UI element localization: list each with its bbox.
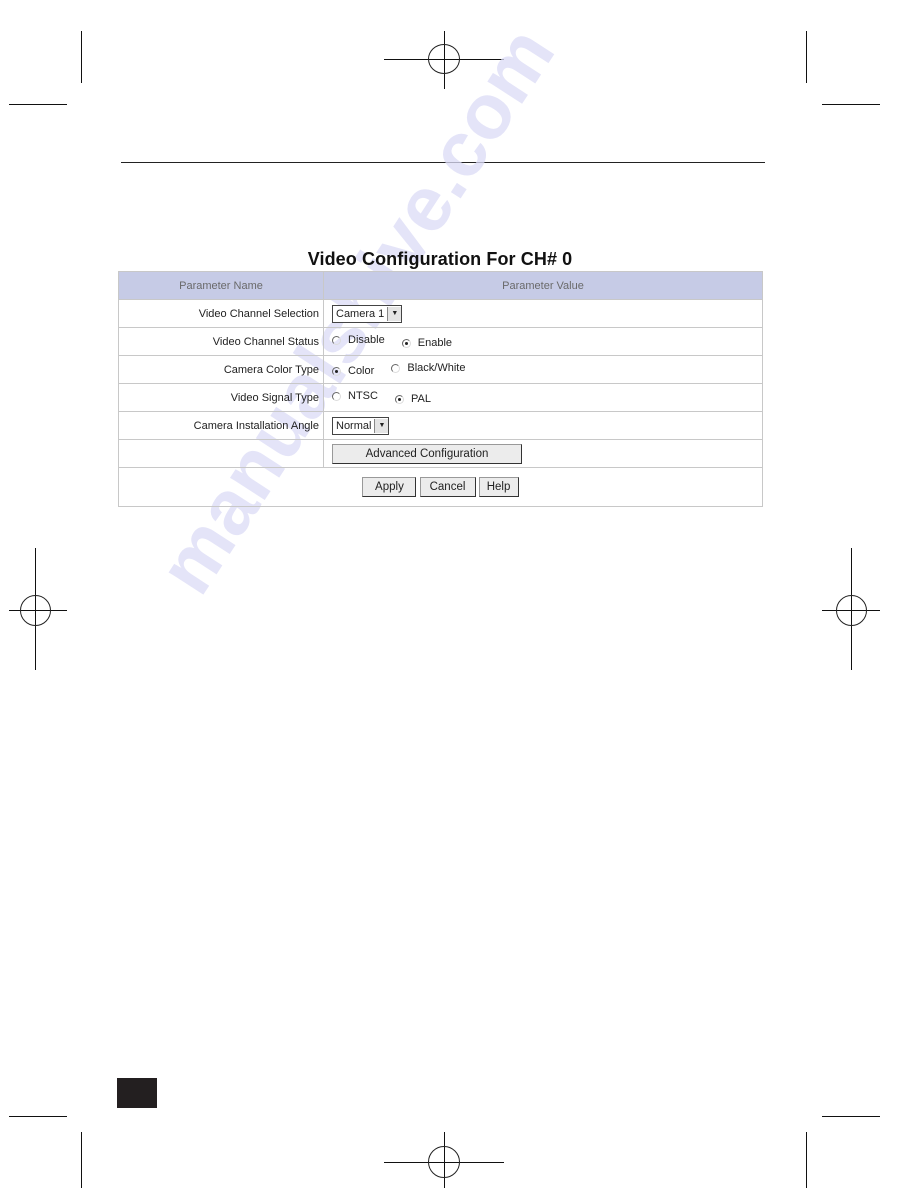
table-row: Video Channel Status Disable Enable bbox=[118, 327, 763, 356]
row-label: Video Channel Selection bbox=[118, 299, 324, 328]
radio-disable[interactable]: Disable bbox=[332, 334, 385, 346]
radio-label: Black/White bbox=[407, 362, 466, 374]
apply-button[interactable]: Apply bbox=[362, 477, 417, 497]
help-button[interactable]: Help bbox=[478, 477, 519, 497]
page-header-rule bbox=[121, 162, 765, 163]
radio-icon[interactable] bbox=[391, 363, 401, 373]
row-label: Video Channel Status bbox=[118, 327, 324, 356]
select-value: Camera 1 bbox=[336, 307, 385, 320]
radio-pal[interactable]: PAL bbox=[395, 393, 431, 405]
video-config-table: Parameter Name Parameter Value Video Cha… bbox=[118, 271, 763, 507]
row-label: Video Signal Type bbox=[118, 383, 324, 412]
crop-mark bbox=[822, 104, 880, 105]
action-row: Apply Cancel Help bbox=[118, 467, 763, 507]
radio-icon[interactable] bbox=[332, 335, 341, 345]
advanced-configuration-button[interactable]: Advanced Configuration bbox=[332, 443, 522, 464]
crosshair-registration-icon bbox=[428, 44, 460, 74]
radio-label: NTSC bbox=[348, 390, 378, 402]
column-header-name: Parameter Name bbox=[118, 271, 324, 300]
radio-black-white[interactable]: Black/White bbox=[391, 362, 465, 374]
select-value: Normal bbox=[336, 419, 372, 432]
radio-label: Enable bbox=[417, 337, 453, 349]
radio-color[interactable]: Color bbox=[332, 365, 374, 377]
radio-label: Disable bbox=[348, 334, 385, 346]
page-number-tab bbox=[117, 1078, 157, 1108]
crop-mark bbox=[81, 31, 82, 83]
crop-mark bbox=[81, 1132, 82, 1188]
video-channel-select[interactable]: Camera 1 ▼ bbox=[332, 304, 403, 323]
crop-mark bbox=[806, 1132, 807, 1188]
radio-icon[interactable] bbox=[332, 391, 341, 401]
crosshair-registration-icon bbox=[836, 595, 867, 626]
radio-enable[interactable]: Enable bbox=[401, 337, 453, 349]
table-row: Camera Installation Angle Normal ▼ bbox=[118, 411, 763, 440]
crop-mark bbox=[9, 1116, 67, 1117]
crosshair-registration-icon bbox=[428, 1146, 460, 1178]
cancel-button[interactable]: Cancel bbox=[419, 477, 476, 497]
radio-icon[interactable] bbox=[332, 366, 341, 376]
chevron-down-icon[interactable]: ▼ bbox=[374, 418, 389, 433]
radio-label: Color bbox=[348, 365, 375, 377]
crosshair-registration-icon bbox=[20, 595, 51, 626]
table-row: Camera Color Type Color Black/White bbox=[118, 355, 763, 384]
crop-mark bbox=[806, 31, 807, 83]
installation-angle-select[interactable]: Normal ▼ bbox=[332, 416, 390, 435]
chevron-down-icon[interactable]: ▼ bbox=[387, 306, 402, 321]
crop-mark bbox=[9, 104, 67, 105]
radio-ntsc[interactable]: NTSC bbox=[332, 390, 378, 402]
page-title: Video Configuration For CH# 0 bbox=[307, 249, 573, 269]
row-label: Camera Installation Angle bbox=[118, 411, 324, 440]
radio-icon[interactable] bbox=[401, 338, 411, 348]
table-row: Video Signal Type NTSC PAL bbox=[118, 383, 763, 412]
table-header-row: Parameter Name Parameter Value bbox=[118, 271, 763, 300]
radio-icon[interactable] bbox=[395, 394, 405, 404]
crop-mark bbox=[822, 1116, 880, 1117]
table-row: Advanced Configuration bbox=[118, 439, 763, 468]
table-row: Video Channel Selection Camera 1 ▼ bbox=[118, 299, 763, 328]
radio-label: PAL bbox=[411, 393, 431, 405]
row-label: Camera Color Type bbox=[118, 355, 324, 384]
column-header-value: Parameter Value bbox=[323, 271, 763, 300]
